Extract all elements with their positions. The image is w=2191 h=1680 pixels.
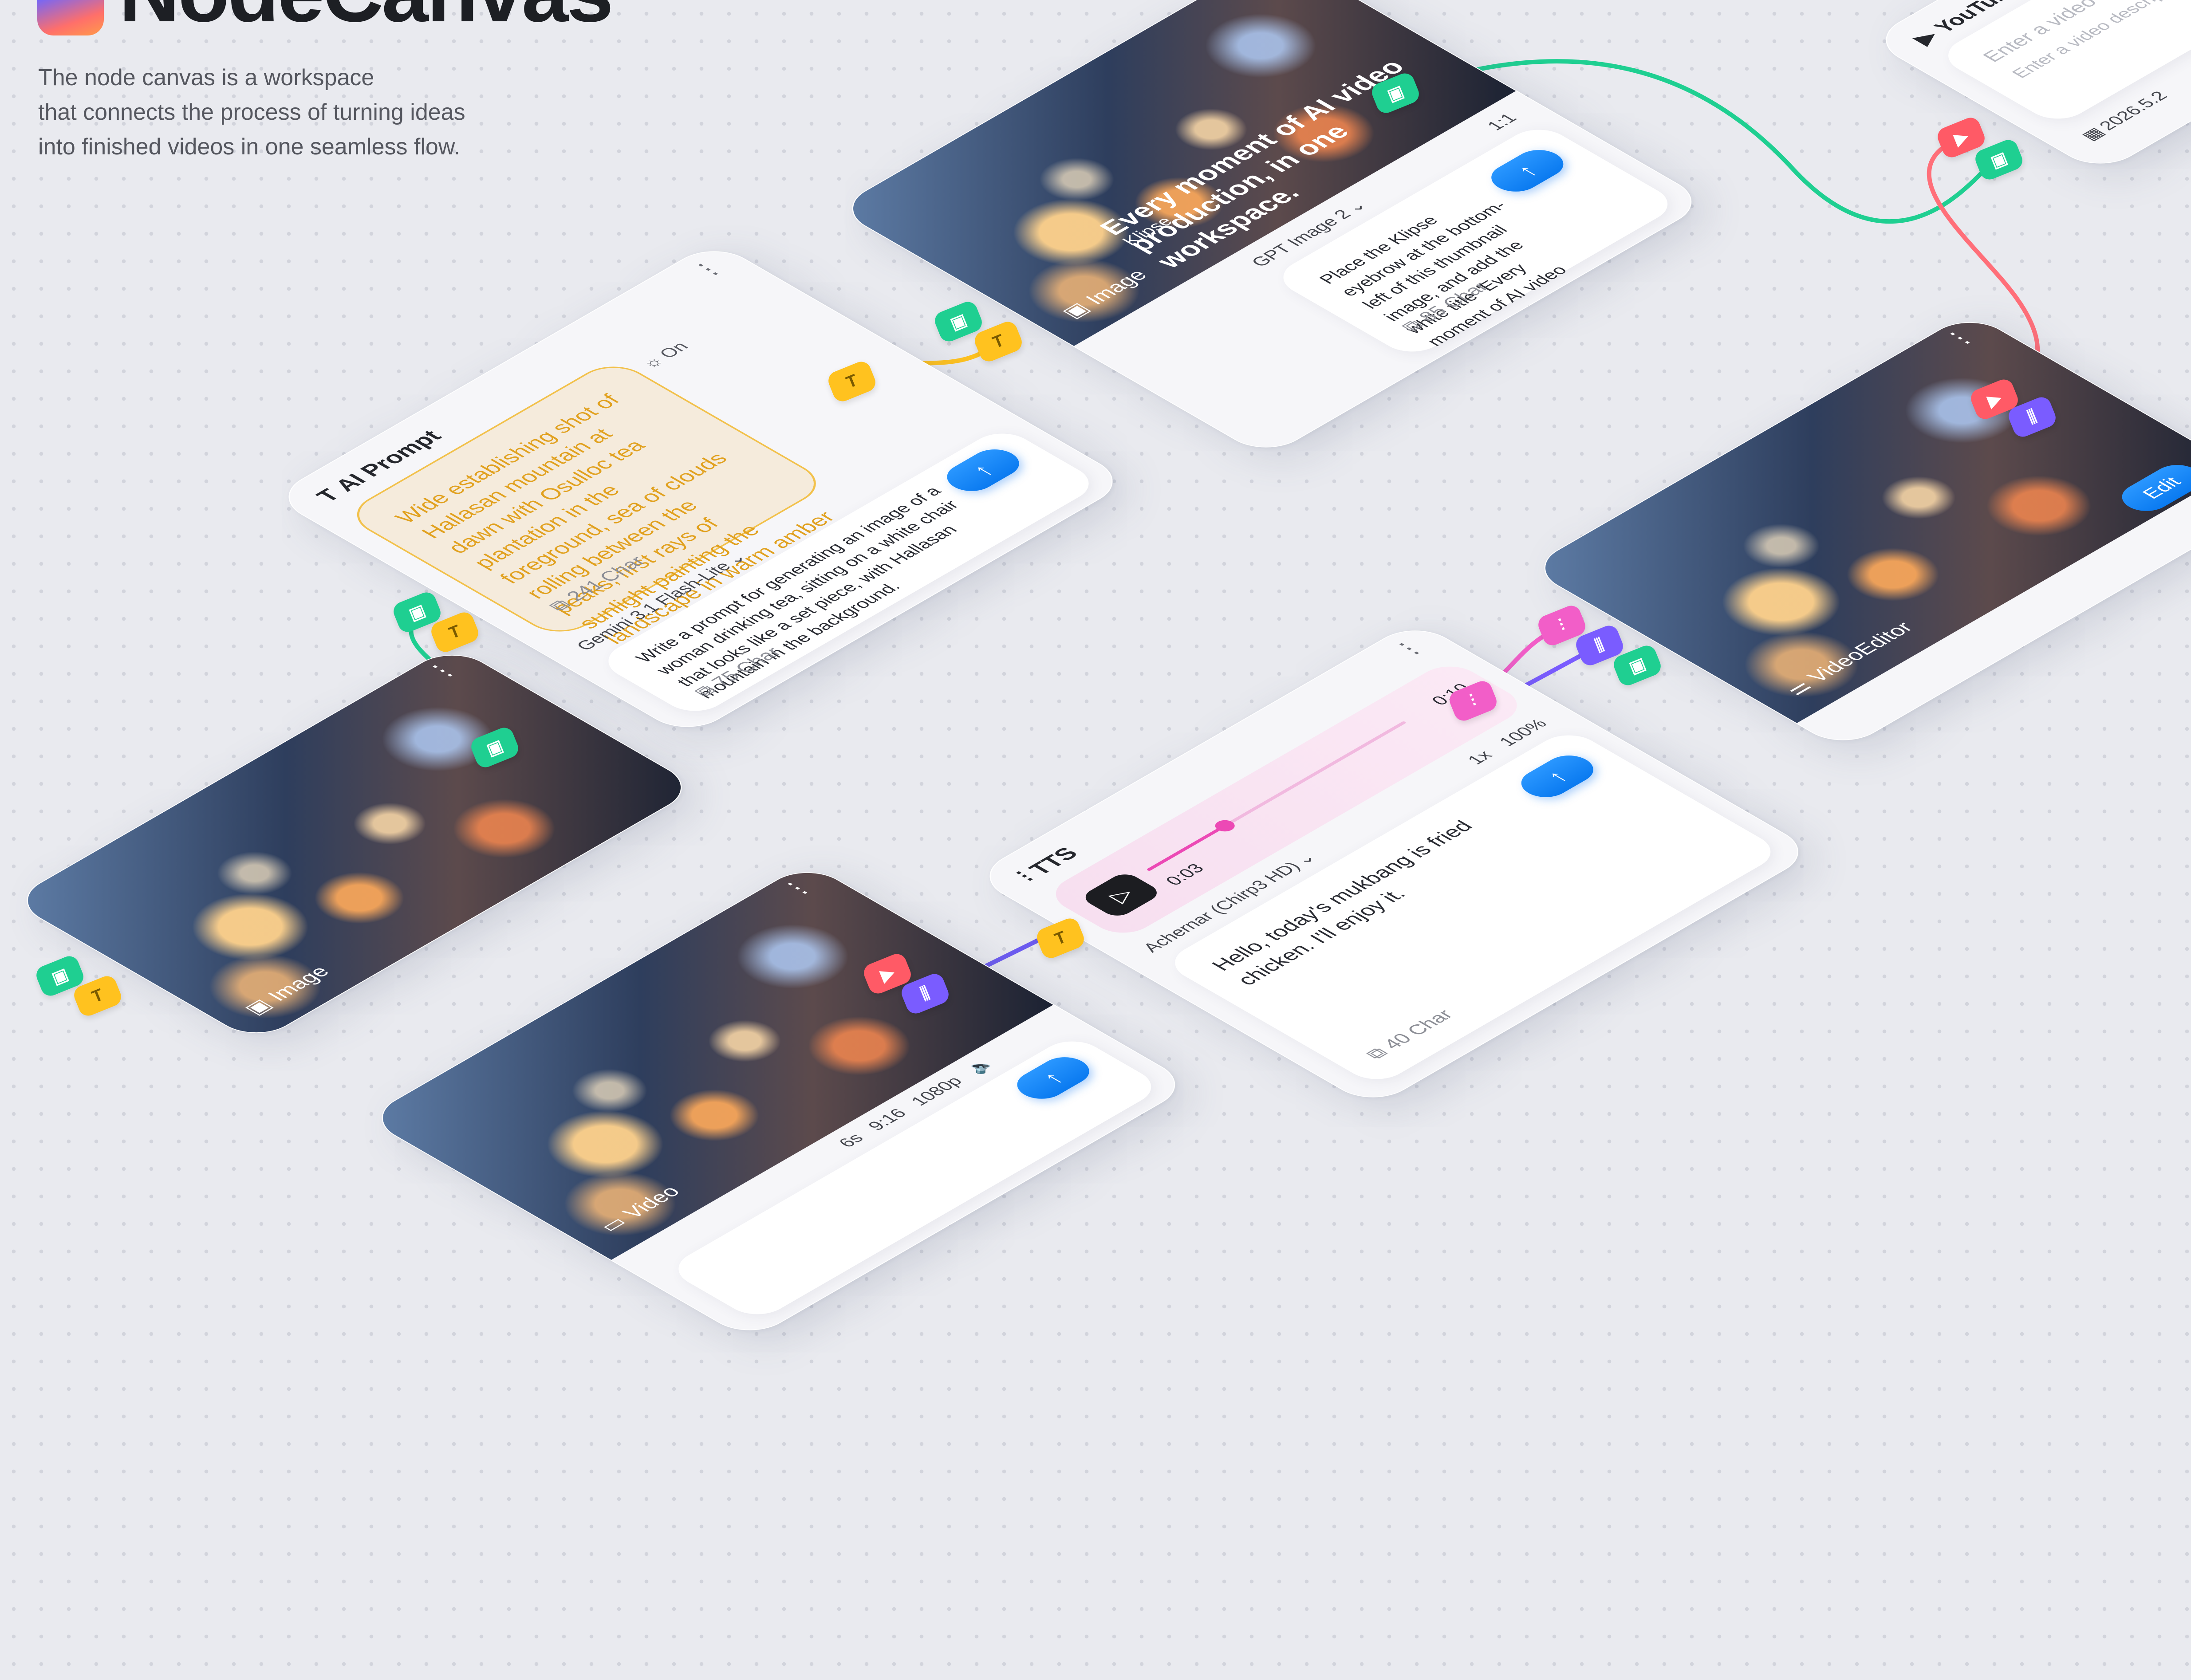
- image-icon: ▣: [406, 601, 428, 624]
- text-icon: T: [1052, 927, 1069, 949]
- auto-toggle[interactable]: ☼ On: [637, 339, 693, 372]
- image-icon: ▣: [947, 310, 969, 334]
- more-options-icon[interactable]: ⋮: [418, 657, 466, 684]
- image-icon: ▣: [1384, 82, 1407, 105]
- waveform-icon: ⫶: [1556, 616, 1568, 635]
- copy-icon: ⧉: [1361, 1044, 1392, 1062]
- current-time: 0:03: [1161, 861, 1209, 888]
- duration: 6s: [834, 1131, 868, 1150]
- more-options-icon[interactable]: ⋮: [684, 255, 732, 283]
- char-count: ⧉ 40 Char: [1361, 1007, 1458, 1062]
- more-options-icon[interactable]: ⋮: [1936, 324, 1983, 351]
- send-button[interactable]: ↑: [1007, 1051, 1099, 1105]
- speed: 1x: [1463, 748, 1497, 767]
- play-button[interactable]: ▷: [1079, 870, 1164, 920]
- waveform-icon: ⫶: [1467, 691, 1479, 710]
- sliders-icon: ⫼: [2025, 406, 2039, 427]
- play-icon: ▷: [1103, 884, 1139, 906]
- speaker-icon: 🔈: [963, 1055, 999, 1077]
- video-node-label: ▭ Video: [594, 1183, 685, 1235]
- sliders-icon: ⚌: [1780, 677, 1817, 699]
- video-editor-label: ⚌ VideoEditor: [1780, 618, 1918, 699]
- video-icon: ▶: [1985, 388, 2004, 411]
- video-icon: ▶: [878, 963, 897, 985]
- image-node-label: ▣ Image: [239, 963, 335, 1018]
- image-icon: ▣: [239, 996, 277, 1018]
- aspect-ratio: 9:16: [863, 1106, 911, 1133]
- image-icon: ▣: [1988, 148, 2010, 172]
- arrow-up-icon: ↑: [1541, 767, 1574, 786]
- youtube-icon: ▶: [1908, 28, 1943, 48]
- text-icon: T: [990, 330, 1007, 352]
- sliders-icon: ⫼: [1592, 635, 1607, 656]
- send-button[interactable]: ↑: [1511, 749, 1604, 803]
- more-options-icon[interactable]: ⋮: [773, 874, 821, 901]
- text-icon: T: [843, 370, 860, 392]
- image-icon: ▣: [49, 964, 71, 988]
- image-icon: ▣: [1626, 654, 1648, 677]
- text-icon: T: [446, 621, 463, 643]
- text-icon: T: [89, 985, 106, 1007]
- video-icon: ▶: [1951, 126, 1971, 149]
- video-icon: ▭: [594, 1213, 632, 1235]
- image-icon: ▣: [484, 736, 506, 759]
- more-options-icon[interactable]: ⋮: [1385, 634, 1433, 662]
- sliders-icon: ⫼: [918, 983, 932, 1004]
- arrow-up-icon: ↑: [1036, 1068, 1070, 1088]
